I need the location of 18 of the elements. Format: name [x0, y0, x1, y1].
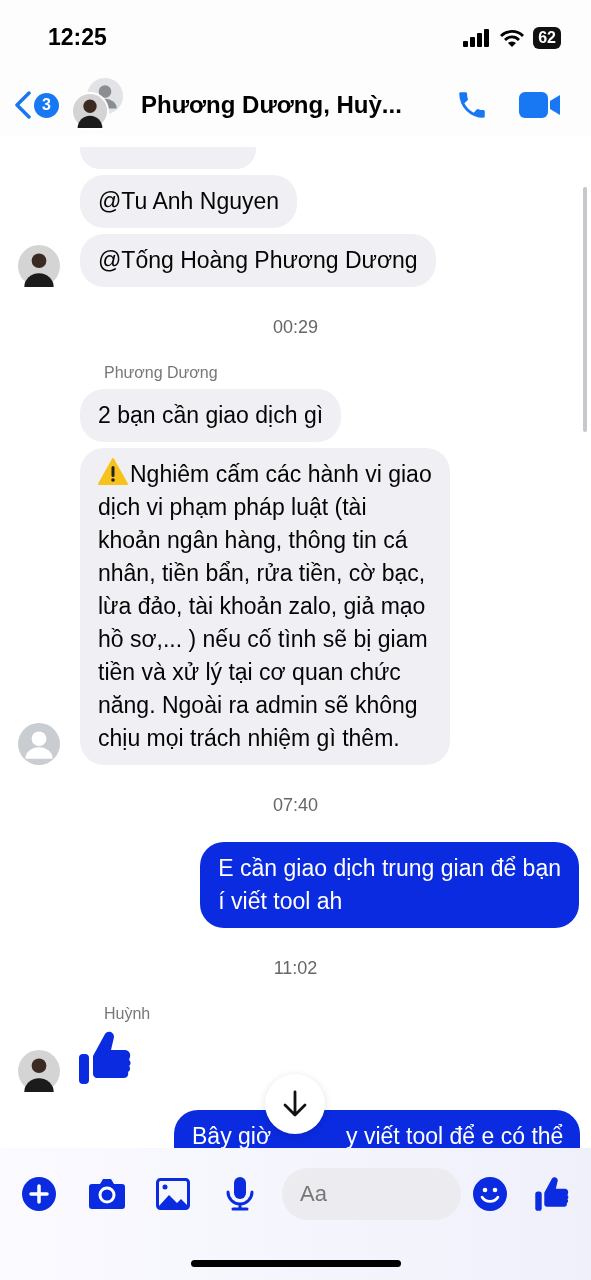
timestamp: 00:29: [271, 317, 319, 338]
chat-title[interactable]: Phương Dương, Huỳ...: [141, 91, 455, 119]
sender-name: Phương Dương: [104, 364, 219, 382]
message-text: @Tống Hoàng Phương Dương: [98, 247, 418, 273]
message-text: Bây giờ: [192, 1123, 271, 1148]
message-text: 2 bạn cần giao dịch gì: [98, 402, 324, 428]
battery-level: 62: [533, 26, 561, 49]
message-text: @Tu Anh Nguyen: [98, 188, 280, 214]
message-text: E cần giao dịch trung gian để bạn í viết tool ah: [218, 855, 561, 914]
unread-badge: 3: [34, 92, 59, 118]
sender-name: Huỳnh: [104, 1005, 152, 1023]
timestamp: 07:40: [271, 795, 319, 816]
message-field[interactable]: Aa: [282, 1168, 461, 1220]
back-button[interactable]: 3: [14, 91, 59, 119]
timestamp: 11:02: [272, 958, 319, 979]
message-text: y viết tool để e có thể: [346, 1123, 564, 1148]
clock: 12:25: [48, 24, 108, 51]
message-text: Nghiêm cấm các hành vi giao dịch vi phạm pháp luật (tài khoản ngân hàng, thông tin cá nhân, tiền bẩn, rửa tiền, cờ bạc, lừa đảo, tài khoản zalo, giả mạo hồ sơ,... ) nếu cố tình sẽ bị giam tiền và xử lý tại cơ quan chức năng. Ngoài ra admin sẽ không chịu mọi trách nhiệm gì thêm.: [98, 461, 432, 751]
